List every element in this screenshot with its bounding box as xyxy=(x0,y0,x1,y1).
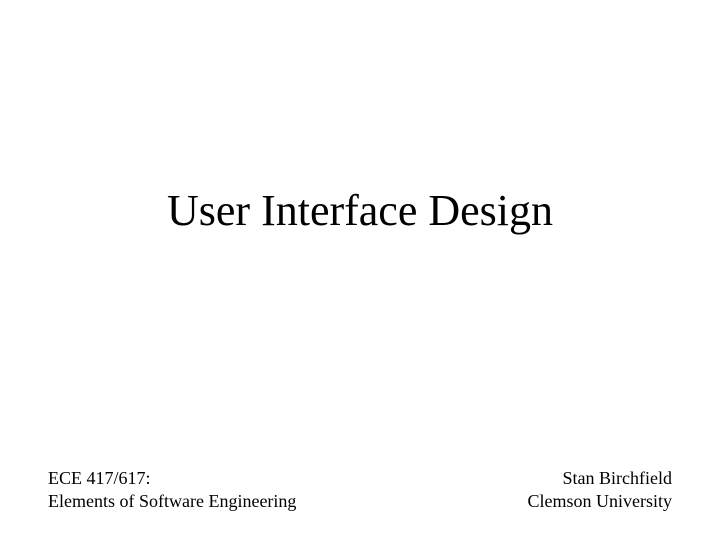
course-code: ECE 417/617: xyxy=(48,467,296,490)
slide-title: User Interface Design xyxy=(0,185,720,236)
slide-footer: ECE 417/617: Elements of Software Engine… xyxy=(48,467,672,512)
institution-name: Clemson University xyxy=(528,490,673,513)
author-name: Stan Birchfield xyxy=(528,467,673,490)
course-name: Elements of Software Engineering xyxy=(48,490,296,513)
footer-right: Stan Birchfield Clemson University xyxy=(528,467,673,512)
slide: User Interface Design ECE 417/617: Eleme… xyxy=(0,0,720,540)
footer-left: ECE 417/617: Elements of Software Engine… xyxy=(48,467,296,512)
